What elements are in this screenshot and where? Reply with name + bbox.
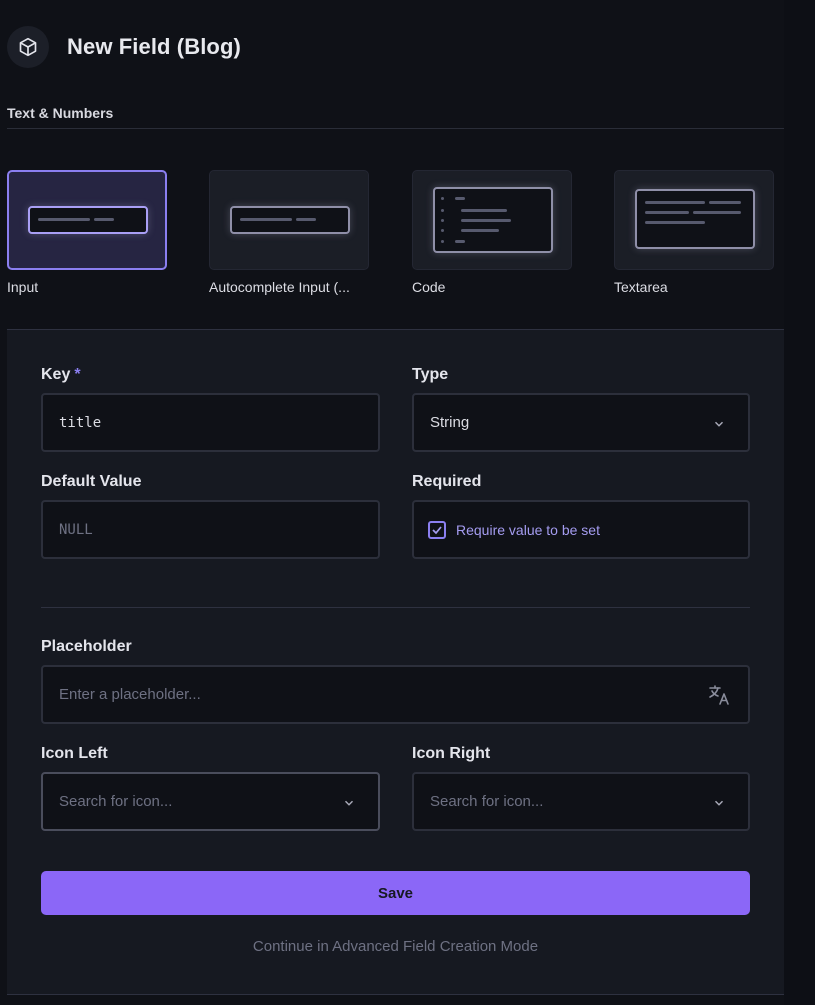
chevron-down-icon (714, 421, 724, 427)
icon-right-label: Icon Right (412, 745, 491, 762)
interface-preview-code[interactable] (412, 170, 572, 270)
page-header: New Field (Blog) (7, 26, 241, 68)
type-value: String (430, 414, 470, 431)
placeholder-input[interactable]: Enter a placeholder... (41, 665, 750, 724)
side-strip (784, 0, 815, 1005)
advanced-mode-link[interactable]: Continue in Advanced Field Creation Mode (41, 938, 750, 955)
required-checkbox[interactable] (428, 520, 446, 539)
key-value: title (59, 414, 102, 431)
interface-option-autocomplete[interactable]: Autocomplete Input (... (209, 170, 369, 295)
interface-label: Textarea (614, 279, 668, 295)
chevron-down-icon (344, 800, 354, 806)
required-checkbox-field[interactable]: Require value to be set (412, 500, 750, 559)
save-button[interactable]: Save (41, 871, 750, 915)
icon-right-select[interactable]: Search for icon... (412, 772, 750, 831)
textarea-preview-icon (635, 189, 755, 249)
interface-option-code[interactable]: Code (412, 170, 572, 295)
key-label: Key * (41, 366, 81, 383)
interface-label: Input (7, 279, 39, 295)
interface-preview-textarea[interactable] (614, 170, 774, 270)
checkmark-icon (432, 525, 442, 534)
required-marker: * (74, 366, 81, 383)
interface-label: Autocomplete Input (... (209, 279, 350, 295)
interface-preview-input[interactable] (7, 170, 167, 270)
type-label: Type (412, 366, 449, 383)
icon-left-label: Icon Left (41, 745, 108, 762)
chevron-down-icon (714, 800, 724, 806)
form-divider (41, 607, 750, 608)
section-divider (7, 128, 784, 129)
default-value-input[interactable]: NULL (41, 500, 380, 559)
required-label: Required (412, 473, 482, 490)
interface-option-textarea[interactable]: Textarea (614, 170, 774, 295)
interface-preview-autocomplete[interactable] (209, 170, 369, 270)
placeholder-input-placeholder: Enter a placeholder... (59, 686, 201, 703)
box-icon (7, 26, 49, 68)
translate-icon[interactable] (708, 684, 732, 706)
field-form: Key * title Type String Default Value NUL… (7, 329, 784, 995)
key-input[interactable]: title (41, 393, 380, 452)
interface-label: Code (412, 279, 446, 295)
default-value-placeholder: NULL (59, 521, 93, 538)
required-checkbox-label: Require value to be set (456, 521, 600, 538)
icon-left-select[interactable]: Search for icon... (41, 772, 380, 831)
interface-option-input[interactable]: Input (7, 170, 167, 295)
placeholder-label: Placeholder (41, 638, 132, 655)
icon-left-placeholder: Search for icon... (59, 793, 173, 810)
default-value-label: Default Value (41, 473, 142, 490)
type-select[interactable]: String (412, 393, 750, 452)
autocomplete-preview-icon (230, 206, 350, 234)
input-preview-icon (28, 206, 148, 234)
section-label: Text & Numbers (7, 105, 114, 121)
page-title: New Field (Blog) (67, 34, 241, 59)
code-preview-icon (433, 187, 553, 253)
icon-right-placeholder: Search for icon... (430, 793, 544, 810)
interface-options: Input Autocomplete Input (... Code Texta… (7, 170, 784, 300)
